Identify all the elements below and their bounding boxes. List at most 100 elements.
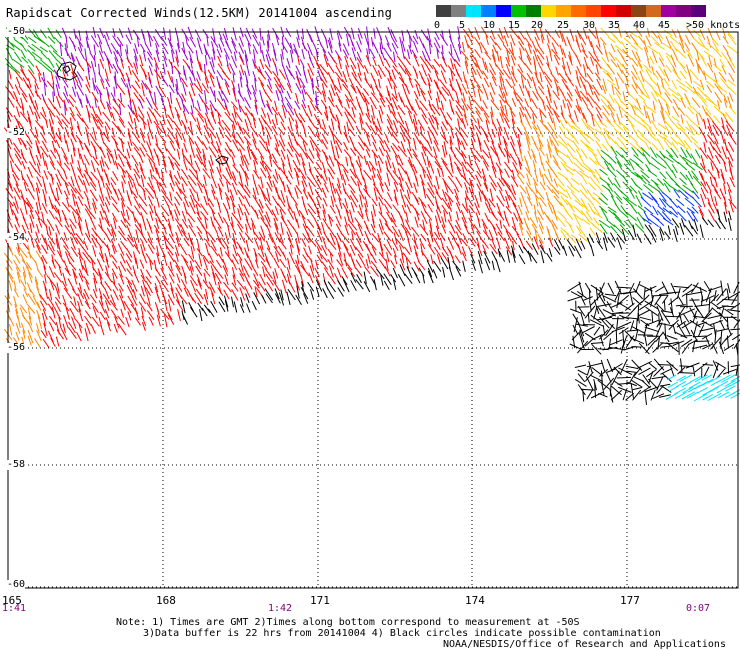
wind-vector bbox=[386, 239, 393, 250]
wind-vector bbox=[582, 388, 585, 402]
wind-vector bbox=[364, 78, 372, 89]
wind-vector bbox=[322, 288, 328, 299]
wind-vector bbox=[77, 62, 85, 72]
wind-vector bbox=[258, 184, 266, 196]
wind-vector bbox=[90, 35, 100, 48]
wind-vector bbox=[133, 271, 140, 283]
wind-vector bbox=[662, 217, 674, 226]
wind-vector bbox=[461, 246, 467, 257]
wind-vector bbox=[34, 338, 41, 348]
wind-vector bbox=[673, 285, 690, 289]
wind-vector bbox=[685, 362, 700, 369]
wind-vector bbox=[420, 250, 430, 262]
wind-vector bbox=[61, 209, 67, 221]
wind-vector bbox=[48, 289, 53, 301]
wind-vector bbox=[644, 334, 648, 347]
wind-vector bbox=[731, 334, 740, 341]
wind-vector bbox=[600, 370, 603, 384]
wind-vector bbox=[440, 167, 444, 177]
wind-vector bbox=[335, 104, 343, 117]
wind-vector bbox=[196, 211, 202, 221]
wind-vector bbox=[302, 125, 307, 138]
wind-vector bbox=[174, 162, 181, 172]
wind-vector bbox=[655, 286, 665, 293]
wind-vector bbox=[386, 172, 391, 186]
wind-vector bbox=[106, 227, 113, 237]
wind-vector bbox=[48, 226, 52, 236]
wind-vector bbox=[666, 360, 679, 371]
wind-vector bbox=[637, 313, 640, 324]
wind-vector bbox=[307, 218, 315, 228]
wind-vector bbox=[572, 212, 583, 221]
wind-vector bbox=[499, 189, 505, 202]
wind-vector bbox=[259, 41, 262, 54]
wind-vector bbox=[680, 335, 693, 337]
wind-vector bbox=[244, 118, 250, 132]
wind-vector bbox=[426, 51, 431, 62]
wind-vector bbox=[28, 105, 34, 116]
wind-vector bbox=[266, 112, 272, 124]
wind-vector bbox=[427, 90, 433, 101]
wind-vector bbox=[610, 389, 623, 401]
wind-vector bbox=[176, 273, 181, 283]
wind-vector bbox=[564, 209, 574, 220]
wind-vector bbox=[616, 233, 626, 244]
wind-vector bbox=[175, 97, 182, 111]
wind-vector bbox=[119, 92, 123, 103]
wind-vector bbox=[139, 231, 148, 244]
wind-vector bbox=[604, 50, 610, 62]
wind-vector bbox=[622, 388, 628, 401]
wind-vector bbox=[142, 117, 146, 130]
wind-vector bbox=[390, 260, 396, 269]
wind-vector bbox=[209, 133, 214, 144]
wind-vector bbox=[162, 114, 166, 125]
wind-vector bbox=[541, 162, 546, 172]
wind-vector bbox=[112, 106, 120, 116]
wind-vector bbox=[236, 241, 243, 250]
wind-vector bbox=[140, 285, 145, 297]
wind-vector bbox=[569, 343, 582, 350]
wind-vector bbox=[411, 226, 420, 237]
wind-vector bbox=[525, 240, 533, 250]
wind-vector bbox=[335, 145, 340, 159]
wind-vector bbox=[271, 42, 277, 56]
wind-vector bbox=[343, 188, 351, 200]
wind-vector bbox=[688, 71, 693, 84]
wind-vector bbox=[101, 175, 105, 188]
wind-vector bbox=[147, 195, 154, 206]
wind-vector bbox=[281, 36, 285, 50]
wind-vector bbox=[139, 64, 148, 78]
wind-vector bbox=[132, 211, 136, 223]
wind-vector bbox=[119, 43, 122, 56]
wind-vector bbox=[9, 246, 14, 256]
wind-vector bbox=[661, 281, 669, 295]
wind-vector bbox=[226, 208, 231, 222]
wind-vector bbox=[82, 292, 90, 306]
wind-vector bbox=[697, 63, 705, 76]
wind-vector bbox=[575, 54, 582, 67]
wind-vector bbox=[680, 114, 684, 124]
wind-vector bbox=[99, 282, 107, 291]
wind-vector bbox=[131, 84, 139, 94]
wind-vector bbox=[194, 106, 204, 119]
wind-vector bbox=[217, 148, 225, 162]
wind-vector bbox=[699, 79, 705, 91]
wind-vector bbox=[359, 194, 363, 208]
wind-vector bbox=[454, 255, 461, 264]
wind-vector bbox=[706, 84, 713, 94]
wind-vector bbox=[427, 130, 433, 144]
wind-vector bbox=[463, 224, 470, 235]
wind-vector bbox=[196, 226, 203, 234]
wind-vector bbox=[658, 99, 664, 111]
wind-vector bbox=[149, 169, 153, 180]
wind-vector bbox=[233, 301, 238, 313]
wind-vector bbox=[536, 124, 544, 138]
wind-vector bbox=[107, 44, 113, 54]
wind-vector bbox=[295, 82, 302, 94]
wind-vector bbox=[709, 191, 714, 203]
wind-vector bbox=[365, 122, 372, 131]
wind-vector bbox=[189, 306, 198, 318]
wind-vector bbox=[14, 163, 21, 172]
wind-vector bbox=[77, 147, 81, 160]
wind-vector bbox=[608, 93, 615, 104]
